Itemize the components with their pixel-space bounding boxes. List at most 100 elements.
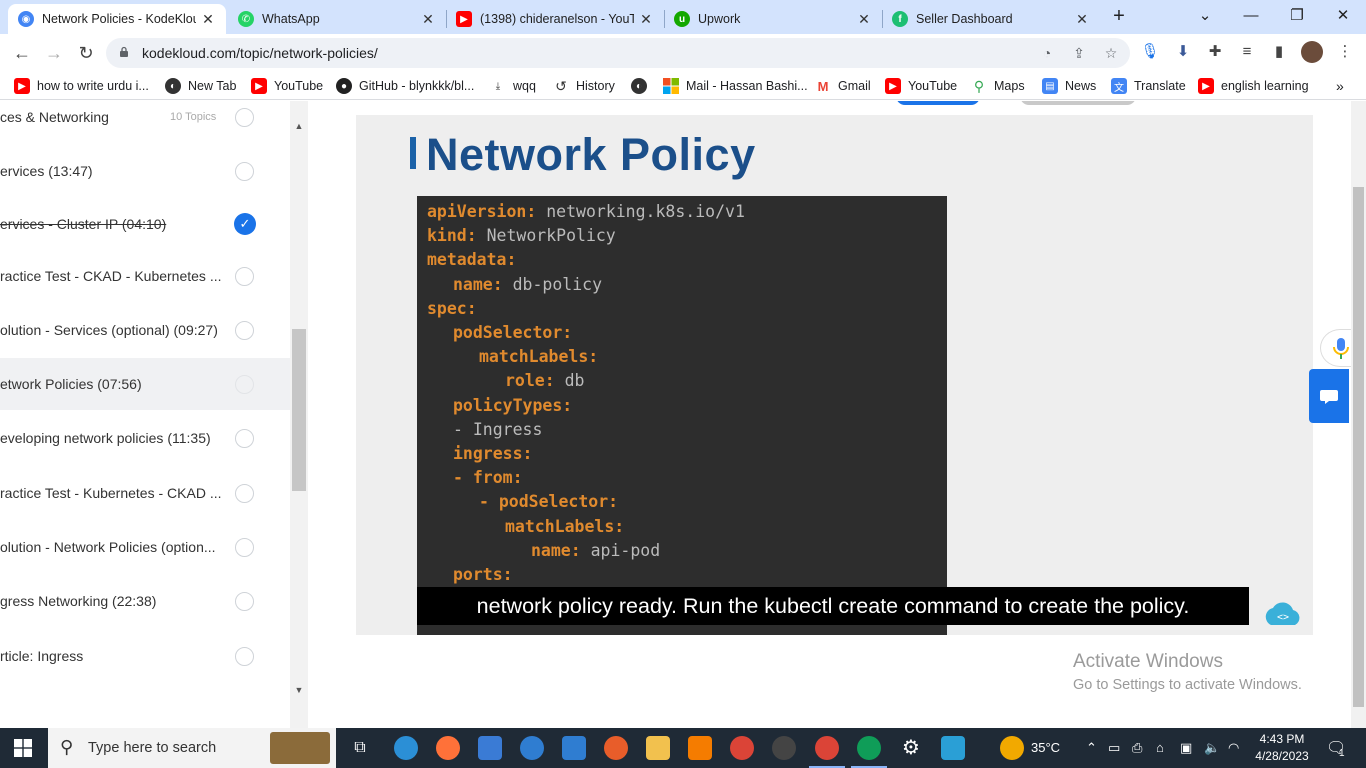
extensions-puzzle-icon[interactable]: ✚ <box>1205 42 1225 62</box>
scroll-down-icon[interactable]: ▼ <box>293 685 305 695</box>
bookmark-item[interactable]: ◐ New Tab <box>165 76 236 96</box>
tab-upwork[interactable]: u Upwork ✕ <box>664 4 882 34</box>
show-hidden-icons-icon[interactable]: ⌃ <box>1086 740 1097 756</box>
media-control-icon[interactable]: ≡ <box>1237 42 1257 62</box>
minimize-button[interactable]: — <box>1228 0 1274 32</box>
firefox-icon[interactable] <box>436 736 460 760</box>
address-bar[interactable]: kodekloud.com/topic/network-policies/ ◔ … <box>106 38 1130 68</box>
windows-start-icon[interactable] <box>14 739 32 757</box>
restore-button[interactable]: ❐ <box>1274 0 1320 32</box>
performance-icon[interactable]: ◔ <box>1038 44 1056 62</box>
progress-circle[interactable] <box>235 266 254 286</box>
app-swirl-icon[interactable] <box>604 736 628 760</box>
battery-icon[interactable]: ▭ <box>1108 740 1120 756</box>
bookmark-item[interactable]: Mail - Hassan Bashi... <box>663 76 808 96</box>
skype-icon[interactable] <box>520 736 544 760</box>
wifi-icon[interactable]: ◠ <box>1228 740 1239 756</box>
progress-circle[interactable] <box>235 537 254 557</box>
chrome-profile-icon[interactable] <box>809 736 845 768</box>
lesson-item[interactable]: olution - Network Policies (option... <box>0 521 290 573</box>
bookmarks-overflow-icon[interactable]: » <box>1336 76 1344 96</box>
tab-search-chevron-icon[interactable]: ⌄ <box>1182 0 1228 32</box>
bookmark-item[interactable]: ▶ english learning <box>1198 76 1309 96</box>
bookmark-item[interactable]: ● GitHub - blynkkk/bl... <box>336 76 474 96</box>
scroll-up-icon[interactable]: ▲ <box>293 121 305 131</box>
temperature[interactable]: 35°C <box>1031 740 1060 755</box>
tab-kodekloud[interactable]: ◉ Network Policies - KodeKloud ✕ <box>8 4 226 34</box>
close-icon[interactable]: ✕ <box>200 11 216 28</box>
bookmark-item[interactable]: ▤ News <box>1042 76 1096 96</box>
lesson-item[interactable]: eveloping network policies (11:35) <box>0 412 290 464</box>
close-icon[interactable]: ✕ <box>638 11 654 28</box>
bookmark-item[interactable]: M Gmail <box>815 76 871 96</box>
bookmark-item[interactable]: ⚲ Maps <box>971 76 1025 96</box>
remote-desktop-icon[interactable] <box>941 736 965 760</box>
checkmark-icon[interactable]: ✓ <box>234 213 256 235</box>
progress-circle[interactable] <box>235 428 254 448</box>
tab-whatsapp[interactable]: ✆ WhatsApp ✕ <box>228 4 446 34</box>
bookmark-item[interactable]: ▶ how to write urdu i... <box>14 76 149 96</box>
bookmark-item[interactable]: ◐ <box>631 76 654 96</box>
new-tab-button[interactable]: + <box>1108 6 1130 28</box>
progress-circle[interactable] <box>235 374 254 394</box>
close-icon[interactable]: ✕ <box>1074 11 1090 28</box>
close-icon[interactable]: ✕ <box>420 11 436 28</box>
nav-buttons[interactable] <box>1020 101 1136 105</box>
mark-complete-button[interactable] <box>896 101 980 105</box>
section-header[interactable]: ces & Networking 10 Topics <box>0 101 290 143</box>
chrome-icon[interactable] <box>730 736 754 760</box>
download-extension-icon[interactable]: ⬇ <box>1173 42 1193 62</box>
progress-circle[interactable] <box>235 320 254 340</box>
app-gear-orange-icon[interactable] <box>688 736 712 760</box>
scrollbar-thumb[interactable] <box>292 329 306 491</box>
reload-button[interactable]: ↻ <box>74 41 98 65</box>
microphone-extension-icon[interactable]: 🎙 <box>1140 42 1160 62</box>
lesson-item[interactable]: ervices - Cluster IP (04:10) ✓ <box>0 198 290 250</box>
lesson-item[interactable]: rticle: Ingress <box>0 630 290 682</box>
progress-circle[interactable] <box>235 646 254 666</box>
lesson-item[interactable]: ervices (13:47) <box>0 145 290 197</box>
lesson-item[interactable]: olution - Services (optional) (09:27) <box>0 304 290 356</box>
close-window-button[interactable]: ✕ <box>1320 0 1366 32</box>
bookmark-item[interactable]: 文 Translate <box>1111 76 1186 96</box>
bookmark-item[interactable]: ▶ YouTube <box>251 76 323 96</box>
chat-support-button[interactable] <box>1309 369 1349 423</box>
lesson-item[interactable]: ractice Test - Kubernetes - CKAD ... <box>0 467 290 519</box>
lesson-item[interactable]: ractice Test - CKAD - Kubernetes ... <box>0 250 290 302</box>
menu-kebab-icon[interactable]: ⋮ <box>1335 42 1355 62</box>
back-button[interactable]: ← <box>10 41 34 65</box>
progress-circle[interactable] <box>235 161 254 181</box>
bookmark-item[interactable]: ↺ History <box>553 76 615 96</box>
progress-circle[interactable] <box>235 591 254 611</box>
settings-gear-icon[interactable]: ⚙ <box>899 736 923 760</box>
taskbar-search[interactable]: ⚲ Type here to search <box>48 728 336 768</box>
side-panel-icon[interactable]: ▮ <box>1269 42 1289 62</box>
clock[interactable]: 4:43 PM 4/28/2023 <box>1252 731 1312 765</box>
display-icon[interactable]: ▣ <box>1180 740 1192 756</box>
weather-sun-icon[interactable] <box>1000 736 1024 760</box>
bookmark-item[interactable]: ⤓ wqq <box>490 76 536 96</box>
forward-button[interactable]: → <box>42 41 66 65</box>
task-view-icon[interactable]: ⧉ <box>348 736 372 760</box>
close-icon[interactable]: ✕ <box>856 11 872 28</box>
sidebar-scrollbar[interactable]: ▲ ▼ <box>290 101 308 728</box>
chrome-profile-2-icon[interactable] <box>851 736 887 768</box>
page-scrollbar[interactable] <box>1351 101 1366 728</box>
bookmark-star-icon[interactable]: ☆ <box>1102 44 1120 62</box>
mail-icon[interactable] <box>562 736 586 760</box>
lesson-item[interactable]: gress Networking (22:38) <box>0 575 290 627</box>
profile-avatar[interactable] <box>1301 41 1323 63</box>
bookmark-item[interactable]: ▶ YouTube <box>885 76 957 96</box>
video-player[interactable]: Network Policy apiVersion: networking.k8… <box>356 115 1313 635</box>
tab-seller-dashboard[interactable]: f Seller Dashboard ✕ <box>882 4 1100 34</box>
share-icon[interactable]: ⇪ <box>1070 44 1088 62</box>
progress-circle[interactable] <box>235 483 254 503</box>
network-device-icon[interactable]: ⎙ <box>1132 740 1142 756</box>
file-explorer-icon[interactable] <box>646 736 670 760</box>
tab-youtube[interactable]: ▶ (1398) chideranelson - YouTube ✕ <box>446 4 664 34</box>
edge-icon[interactable] <box>394 736 418 760</box>
lesson-item-current[interactable]: etwork Policies (07:56) <box>0 358 290 410</box>
usb-icon[interactable]: ⌂ <box>1156 740 1164 755</box>
microsoft-store-icon[interactable] <box>478 736 502 760</box>
volume-icon[interactable]: 🔈 <box>1204 740 1220 756</box>
